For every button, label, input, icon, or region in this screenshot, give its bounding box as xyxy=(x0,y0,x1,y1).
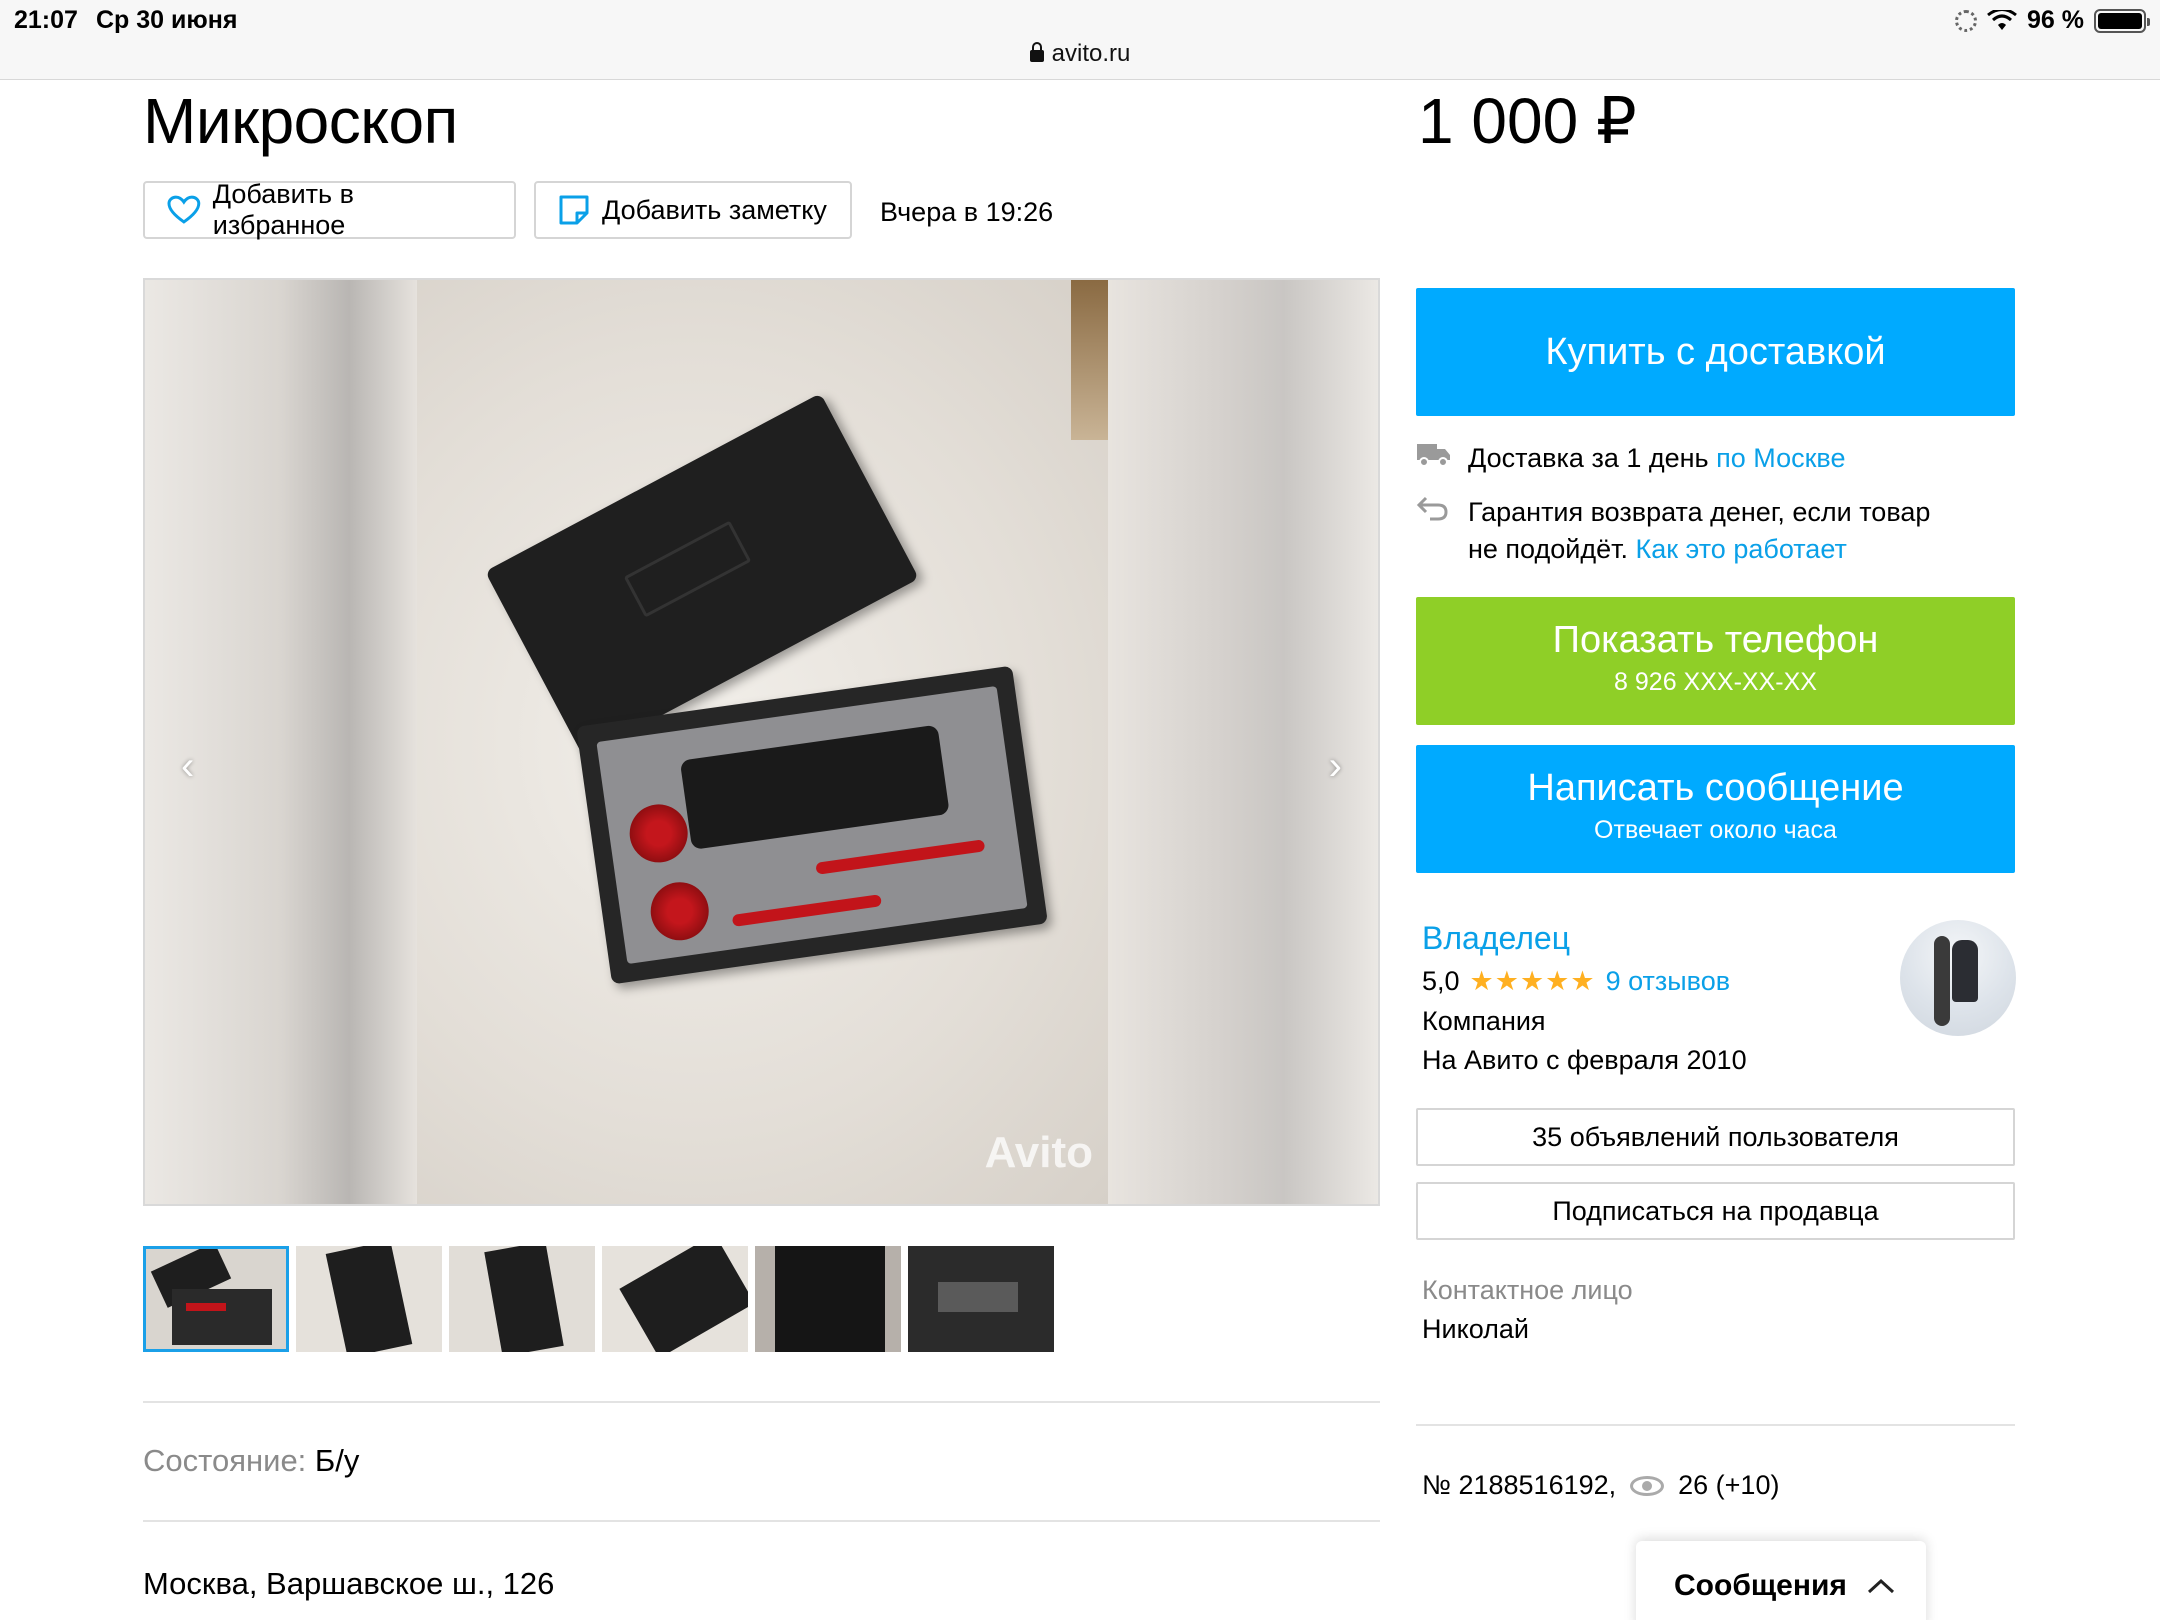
note-label: Добавить заметку xyxy=(602,194,827,225)
address-bar[interactable]: avito.ru xyxy=(0,40,2160,68)
delivery-link[interactable]: по Москве xyxy=(1716,443,1845,473)
heart-icon xyxy=(167,195,201,224)
guarantee-text-line-2: не подойдёт. xyxy=(1468,534,1628,564)
show-phone-button[interactable]: Показать телефон 8 926 XXX-XX-XX xyxy=(1416,597,2015,725)
lock-icon xyxy=(1029,42,1044,62)
chevron-up-icon[interactable] xyxy=(1866,1576,1896,1596)
thumbnail[interactable] xyxy=(602,1246,748,1352)
thumbnail[interactable] xyxy=(143,1246,289,1352)
view-count: 26 (+10) xyxy=(1678,1470,1780,1500)
seller-name-link[interactable]: Владелец xyxy=(1422,920,1570,957)
chevron-left-icon[interactable]: ‹ xyxy=(181,744,194,789)
response-time: Отвечает около часа xyxy=(1594,816,1837,844)
thumbnail-strip xyxy=(143,1246,1054,1352)
add-note-button[interactable]: Добавить заметку xyxy=(534,181,852,239)
messages-panel[interactable]: Сообщения xyxy=(1636,1541,1926,1620)
messages-label: Сообщения xyxy=(1674,1569,1847,1602)
chevron-right-icon[interactable]: › xyxy=(1329,744,1342,789)
listing-title: Микроскоп xyxy=(143,85,458,157)
condition-label: Состояние: xyxy=(143,1443,307,1478)
gallery-blur-left xyxy=(145,280,417,1204)
add-to-favorites-button[interactable]: Добавить в избранное xyxy=(143,179,516,240)
seller-avatar[interactable] xyxy=(1900,920,2016,1036)
condition-row: Состояние: Б/у xyxy=(143,1443,359,1479)
battery-percent: 96 % xyxy=(2027,6,2084,34)
divider xyxy=(143,1401,1380,1403)
thumbnail[interactable] xyxy=(755,1246,901,1352)
ad-stats: № 2188516192, 26 (+10) xyxy=(1422,1470,1779,1501)
write-message-button[interactable]: Написать сообщение Отвечает около часа xyxy=(1416,745,2015,873)
posted-time: Вчера в 19:26 xyxy=(880,197,1054,227)
how-it-works-link[interactable]: Как это работает xyxy=(1636,534,1847,564)
delivery-info: Доставка за 1 день по Москве xyxy=(1416,440,1845,477)
seller-rating: 5,0 ★★★★★ 9 отзывов xyxy=(1422,966,1730,997)
wifi-icon xyxy=(1987,9,2017,30)
status-time: 21:07 xyxy=(14,6,78,34)
status-indicators: 96 % xyxy=(1955,6,2150,35)
thumbnail[interactable] xyxy=(908,1246,1054,1352)
return-arrow-icon xyxy=(1416,496,1448,521)
url-text: avito.ru xyxy=(1051,40,1131,67)
guarantee-text-line-1: Гарантия возврата денег, если товар xyxy=(1468,497,1931,527)
address: Москва, Варшавское ш., 126 xyxy=(143,1566,555,1601)
avito-watermark: Avito xyxy=(984,1128,1093,1177)
divider xyxy=(143,1520,1380,1522)
photo-gallery[interactable]: Avito ‹ › xyxy=(143,278,1380,1206)
gallery-blur-right xyxy=(1108,280,1378,1204)
phone-number: 8 926 XXX-XX-XX xyxy=(1614,668,1817,696)
show-phone-label: Показать телефон xyxy=(1552,619,1879,661)
listing-price: 1 000 ₽ xyxy=(1418,85,1637,157)
write-message-label: Написать сообщение xyxy=(1527,767,1904,809)
status-date: Ср 30 июня xyxy=(96,6,238,34)
ad-number: № 2188516192, xyxy=(1422,1470,1617,1500)
battery-icon xyxy=(2094,8,2150,33)
status-bar: 21:07 Ср 30 июня avito.ru 96 % xyxy=(0,0,2160,80)
eye-icon xyxy=(1630,1475,1665,1496)
subscribe-seller-button[interactable]: Подписаться на продавца xyxy=(1416,1182,2015,1240)
delivery-text: Доставка за 1 день xyxy=(1468,443,1709,473)
buy-with-delivery-button[interactable]: Купить с доставкой xyxy=(1416,288,2015,416)
thumbnail[interactable] xyxy=(449,1246,595,1352)
contact-person-label: Контактное лицо xyxy=(1422,1275,1633,1305)
seller-type: Компания xyxy=(1422,1006,1546,1036)
seller-since: На Авито с февраля 2010 xyxy=(1422,1045,1747,1075)
star-rating-icon: ★★★★★ xyxy=(1469,966,1596,996)
note-icon xyxy=(559,195,589,225)
seller-listings-button[interactable]: 35 объявлений пользователя xyxy=(1416,1108,2015,1166)
reviews-link[interactable]: 9 отзывов xyxy=(1606,966,1731,997)
favorites-label: Добавить в избранное xyxy=(212,179,354,240)
divider xyxy=(1416,1424,2015,1426)
guarantee-info: Гарантия возврата денег, если товар не п… xyxy=(1416,494,1930,568)
rating-value: 5,0 xyxy=(1422,966,1460,996)
thumbnail[interactable] xyxy=(296,1246,442,1352)
loading-spinner-icon xyxy=(1955,9,1978,32)
main-photo[interactable]: Avito xyxy=(417,280,1111,1204)
truck-icon xyxy=(1417,444,1450,467)
contact-person-name: Николай xyxy=(1422,1314,1529,1344)
condition-value: Б/у xyxy=(314,1443,360,1478)
